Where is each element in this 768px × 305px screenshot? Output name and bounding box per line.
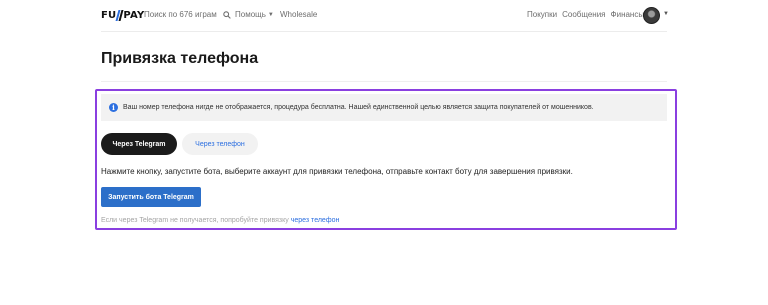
- help-label: Помощь: [235, 10, 266, 19]
- help-menu[interactable]: Помощь ▼: [235, 10, 274, 19]
- logo-text-left: FU: [101, 10, 117, 21]
- fallback-hint: Если через Telegram не получается, попро…: [101, 217, 339, 224]
- info-notice: i Ваш номер телефона нигде не отображает…: [101, 94, 667, 121]
- tab-telegram[interactable]: Через Telegram: [101, 133, 177, 155]
- divider: [101, 81, 667, 82]
- via-phone-link[interactable]: через телефон: [291, 217, 340, 224]
- info-icon: i: [109, 103, 118, 112]
- page-title: Привязка телефона: [101, 50, 259, 67]
- divider: [101, 31, 667, 32]
- fallback-hint-text: Если через Telegram не получается, попро…: [101, 217, 291, 224]
- wholesale-link[interactable]: Wholesale: [280, 10, 317, 19]
- search-label: Поиск по 676 играм: [144, 10, 217, 19]
- user-nav: Покупки Сообщения Финансы: [527, 10, 644, 19]
- search-icon[interactable]: [223, 10, 231, 19]
- chevron-down-icon: ▼: [267, 11, 274, 18]
- chevron-down-icon[interactable]: ▼: [663, 11, 669, 17]
- logo-text-right: PAY: [123, 10, 145, 21]
- top-navbar: FU PAY Поиск по 676 играм Помощь ▼ Whole…: [0, 0, 768, 32]
- tab-phone[interactable]: Через телефон: [182, 133, 258, 155]
- game-search[interactable]: Поиск по 676 играм: [144, 10, 231, 19]
- messages-link[interactable]: Сообщения: [562, 10, 605, 19]
- finance-link[interactable]: Финансы: [611, 10, 645, 19]
- launch-telegram-bot-button[interactable]: Запустить бота Telegram: [101, 187, 201, 207]
- site-logo[interactable]: FU PAY: [101, 9, 144, 22]
- avatar[interactable]: [643, 7, 660, 24]
- purchases-link[interactable]: Покупки: [527, 10, 557, 19]
- notice-text: Ваш номер телефона нигде не отображается…: [123, 104, 594, 111]
- instruction-text: Нажмите кнопку, запустите бота, выберите…: [101, 167, 573, 176]
